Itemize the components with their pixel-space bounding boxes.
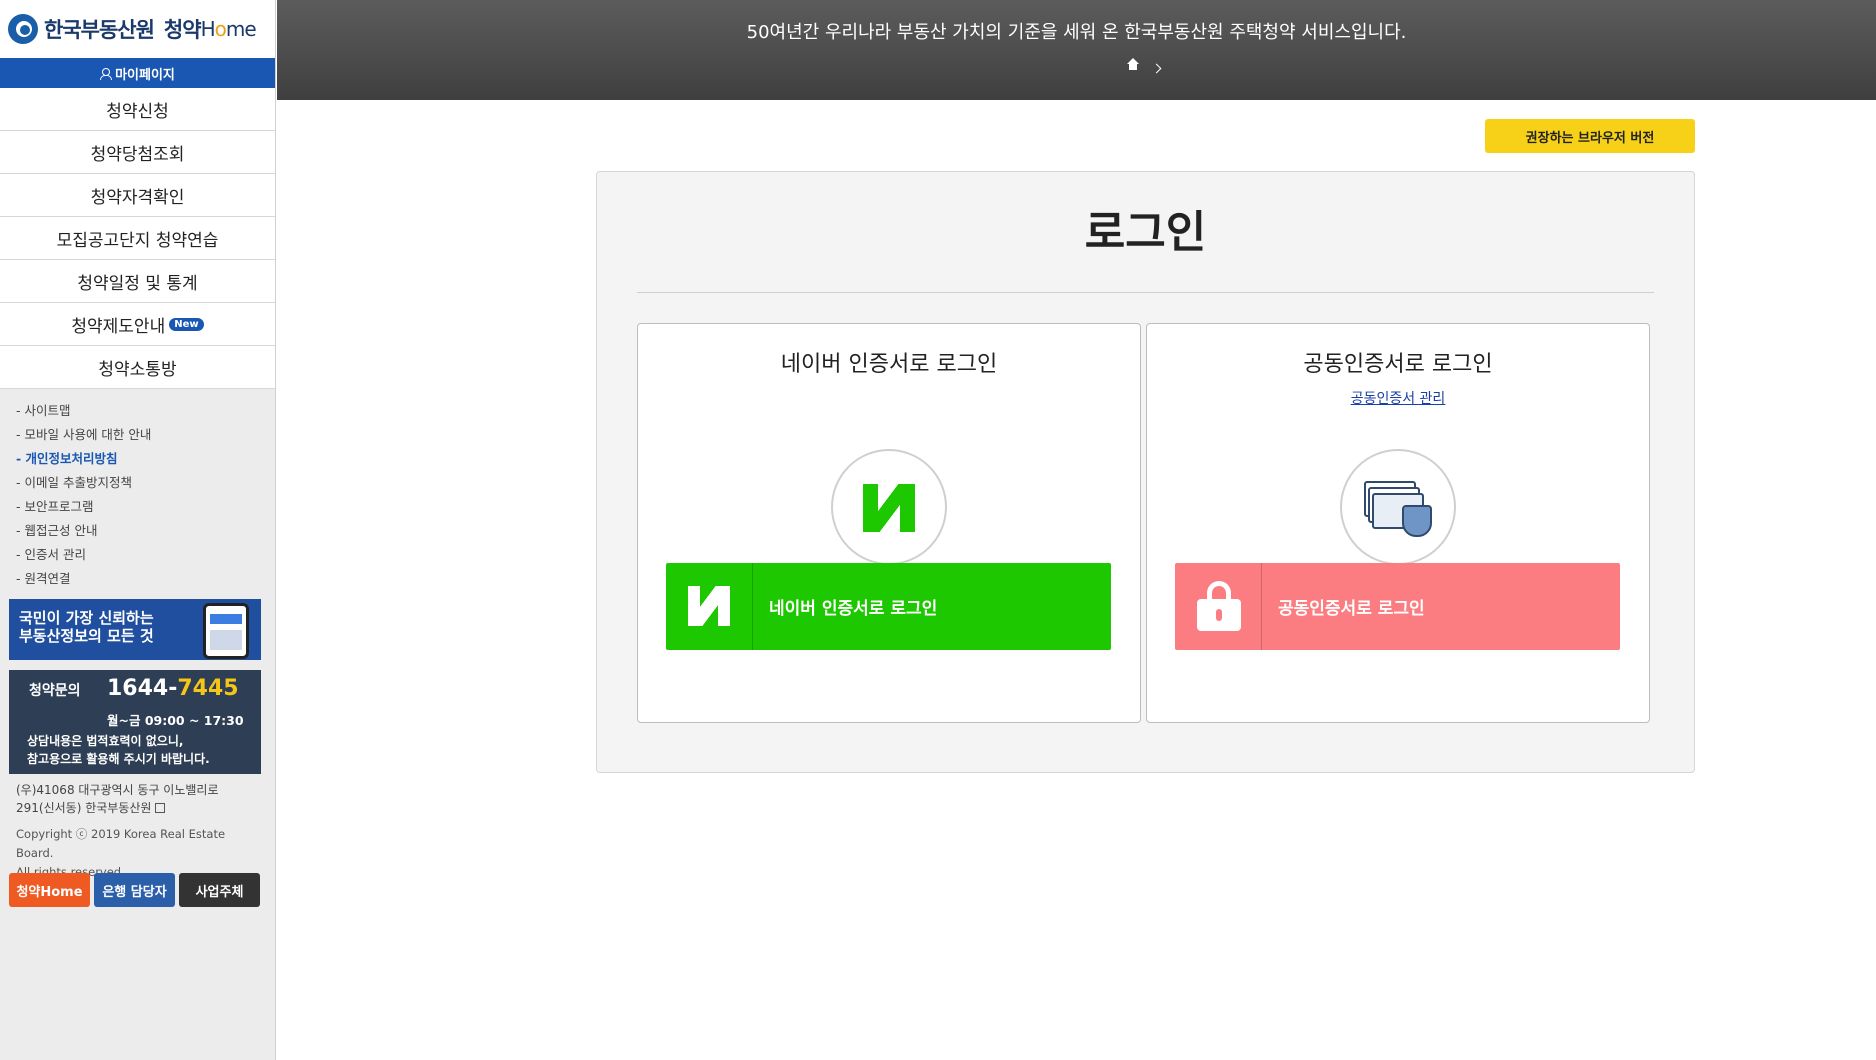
menu-item-label: 청약당첨조회 [90,144,185,165]
logo-brand-home: Home [200,17,257,41]
home-icon[interactable] [1127,58,1139,73]
smartphone-icon [203,603,249,659]
link-sitemap[interactable]: - 사이트맵 [16,399,275,423]
cert-login-card: 공동인증서로 로그인 공동인증서 관리 공동인증서로 로그인 [1146,323,1650,723]
banner-message: 50여년간 우리나라 부동산 가치의 기준을 세워 온 한국부동산원 주택청약 … [746,22,1407,43]
cert-login-button[interactable]: 공동인증서로 로그인 [1175,563,1620,650]
bank-staff-button[interactable]: 은행 담당자 [94,873,175,907]
link-email-policy[interactable]: - 이메일 추출방지정책 [16,471,275,495]
menu-item-schedule-stats[interactable]: 청약일정 및 통계 [0,260,275,303]
cert-management-link[interactable]: 공동인증서 관리 [1147,388,1649,408]
link-remote-support[interactable]: - 원격연결 [16,567,275,591]
address: (우)41068 대구광역시 동구 이노밸리로 291(신서동) 한국부동산원 [16,783,219,815]
new-badge: New [169,317,204,331]
link-cert-management[interactable]: - 인증서 관리 [16,543,275,567]
menu-item-label: 청약신청 [106,101,169,122]
reb-logo-icon [8,14,38,44]
naver-card-title: 네이버 인증서로 로그인 [780,352,998,377]
logo-brand: 청약 [163,18,202,42]
menu-item-label: 청약자격확인 [90,187,185,208]
contact-box: 청약문의 1644-7445 월~금 09:00 ~ 17:30 상담내용은 법… [9,670,261,774]
naver-login-button[interactable]: 네이버 인증서로 로그인 [666,563,1111,650]
link-privacy-policy[interactable]: - 개인정보처리방침 [16,447,275,471]
contact-hours: 월~금 09:00 ~ 17:30 [107,713,244,728]
lock-button-icon [1175,563,1262,650]
link-accessibility[interactable]: - 웹접근성 안내 [16,519,275,543]
person-icon [100,67,113,80]
home-site-button[interactable]: 청약Home [9,873,90,907]
cert-logo-circle [1340,449,1456,565]
footer-links: - 사이트맵 - 모바일 사용에 대한 안내 - 개인정보처리방침 - 이메일 … [0,389,275,591]
breadcrumb [1127,58,1162,73]
naver-n-icon [863,484,915,532]
logo-org-name: 한국부동산원 [44,18,155,42]
recommended-browser-button[interactable]: 권장하는 브라우저 버전 [1485,119,1695,153]
cert-login-button-label: 공동인증서로 로그인 [1278,599,1425,619]
chevron-right-icon [1151,63,1162,73]
top-banner: 50여년간 우리나라 부동산 가치의 기준을 세워 온 한국부동산원 주택청약 … [277,0,1876,100]
naver-login-card: 네이버 인증서로 로그인 네이버 인증서로 로그인 [637,323,1141,723]
menu-item-practice[interactable]: 모집공고단지 청약연습 [0,217,275,260]
link-security-program[interactable]: - 보안프로그램 [16,495,275,519]
page-title: 로그인 [1084,207,1207,258]
site-switch-buttons: 청약Home 은행 담당자 사업주체 [9,873,260,907]
mypage-button[interactable]: 마이페이지 [0,58,275,88]
sidebar: 한국부동산원 청약 Home 마이페이지 청약신청 청약당첨조회 청약자격확인 … [0,0,276,1060]
link-mobile-guide[interactable]: - 모바일 사용에 대한 안내 [16,423,275,447]
menu-item-label: 청약일정 및 통계 [77,273,198,294]
certificate-shield-icon [1364,481,1436,537]
divider [637,292,1654,293]
mypage-label: 마이페이지 [115,67,175,83]
contact-label: 청약문의 [29,683,81,699]
menu-item-label: 청약제도안내 [71,316,166,337]
menu-item-apply[interactable]: 청약신청 [0,88,275,131]
developer-button[interactable]: 사업주체 [179,873,260,907]
menu-item-winner-check[interactable]: 청약당첨조회 [0,131,275,174]
promo-banner[interactable]: 국민이 가장 신뢰하는 부동산정보의 모든 것 [9,599,261,660]
naver-login-button-label: 네이버 인증서로 로그인 [769,599,938,619]
menu-item-label: 청약소통방 [98,359,177,380]
main-menu: 청약신청 청약당첨조회 청약자격확인 모집공고단지 청약연습 청약일정 및 통계… [0,88,275,389]
menu-item-system-guide[interactable]: 청약제도안내 New [0,303,275,346]
contact-phone: 1644-7445 [107,676,239,701]
naver-logo-circle [831,449,947,565]
menu-item-community[interactable]: 청약소통방 [0,346,275,389]
contact-note: 상담내용은 법적효력이 없으니, 참고용으로 활용해 주시기 바랍니다. [27,734,210,766]
menu-item-label: 모집공고단지 청약연습 [56,230,219,251]
lock-icon [1197,581,1241,631]
external-link-icon[interactable] [155,803,166,813]
site-logo[interactable]: 한국부동산원 청약 Home [0,0,275,58]
menu-item-eligibility[interactable]: 청약자격확인 [0,174,275,217]
login-panel: 로그인 네이버 인증서로 로그인 네이버 인증서로 로그인 공동인증서로 로그인… [596,171,1695,773]
cert-card-title: 공동인증서로 로그인 [1303,352,1493,377]
naver-button-icon [666,563,753,650]
